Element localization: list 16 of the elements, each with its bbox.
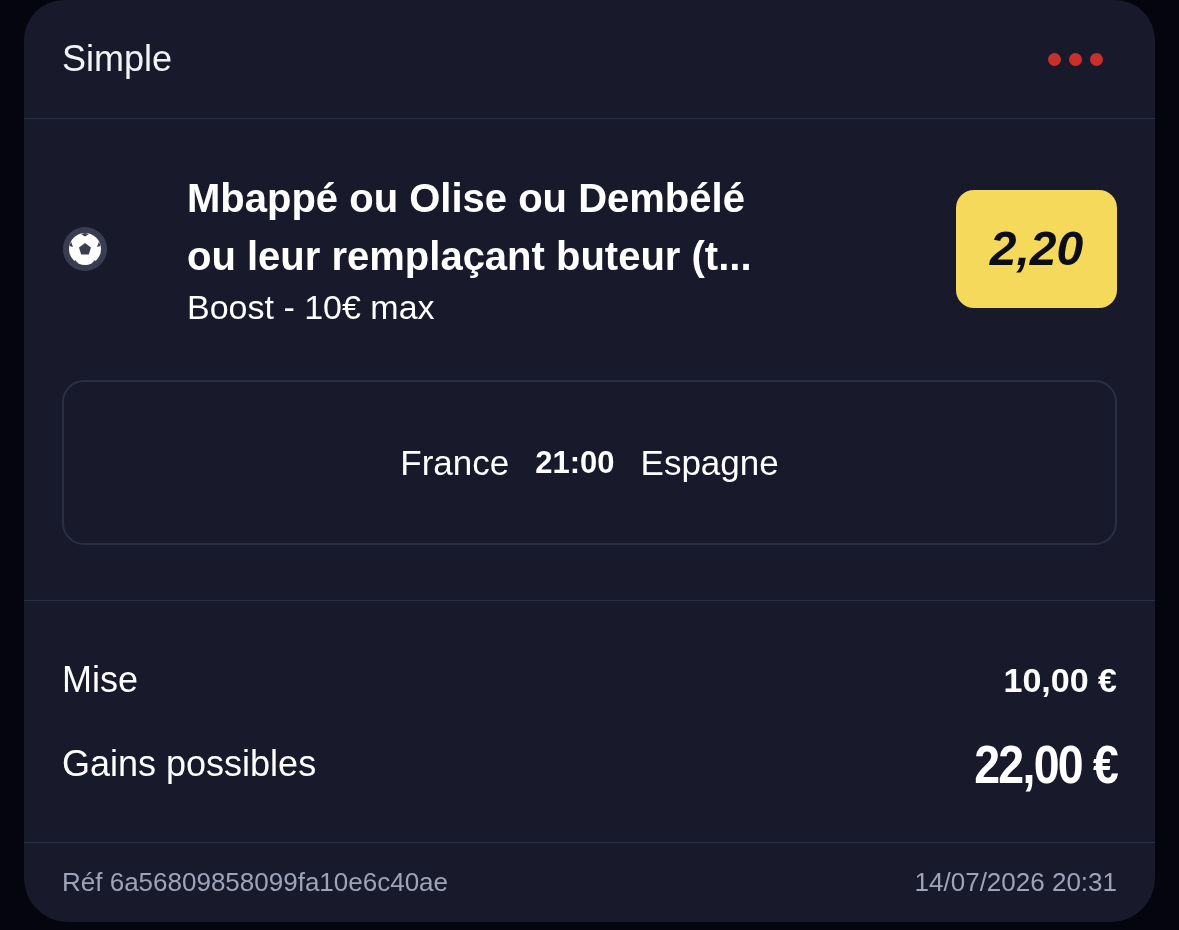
bet-type-title: Simple bbox=[62, 37, 173, 81]
selection-subtitle: Boost - 10€ max bbox=[187, 287, 435, 328]
summary-value: 22,00 € bbox=[974, 734, 1117, 794]
bet-reference: Réf 6a56809858099fa10e6c40ae bbox=[62, 866, 449, 899]
summary-label: Mise bbox=[62, 658, 138, 702]
bet-timestamp: 14/07/2026 20:31 bbox=[914, 866, 1117, 899]
summary-label: Gains possibles bbox=[62, 742, 317, 786]
odds-badge: 2,20 bbox=[956, 190, 1117, 308]
away-team: Espagne bbox=[640, 441, 779, 484]
more-icon bbox=[1048, 52, 1103, 66]
more-button[interactable] bbox=[1046, 50, 1105, 68]
selection-title: Mbappé ou Olise ou Dembélé ou leur remplaçant buteur (t... bbox=[187, 175, 753, 280]
home-team: France bbox=[400, 441, 510, 484]
match-time: 21:00 bbox=[535, 443, 615, 482]
summary-value: 10,00 € bbox=[1003, 660, 1117, 701]
soccer-ball-icon bbox=[63, 227, 107, 271]
